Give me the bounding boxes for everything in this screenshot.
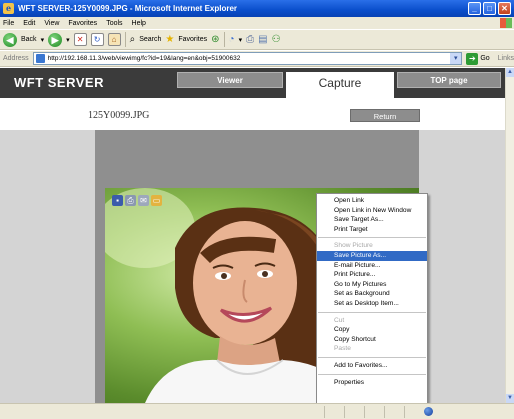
context-menu-item-save-picture-as[interactable]: Save Picture As... [317, 250, 427, 261]
menu-favorites[interactable]: Favorites [68, 20, 97, 27]
messenger-icon[interactable]: ⚇ [272, 33, 281, 47]
context-menu-item-set-as-background[interactable]: Set as Background [317, 289, 427, 299]
scroll-up-icon[interactable]: ▲ [506, 68, 514, 77]
back-arrow-icon[interactable]: ◀ [3, 32, 17, 47]
context-menu-separator [318, 356, 426, 358]
context-menu-item-properties[interactable]: Properties [317, 378, 427, 388]
context-menu-item-open-link[interactable]: Open Link [317, 196, 427, 206]
context-menu-item-print-picture[interactable]: Print Picture... [317, 270, 427, 280]
address-url[interactable]: http://192.168.11.3/web/viewimg/fc?id=19… [48, 55, 241, 62]
save-icon[interactable]: ▪ [112, 195, 123, 206]
address-bar: Address http://192.168.11.3/web/viewimg/… [0, 51, 514, 67]
scroll-down-icon[interactable]: ▼ [506, 394, 514, 403]
history-icon[interactable]: ◔ [229, 33, 235, 47]
internet-explorer-icon: e [3, 3, 14, 14]
home-icon[interactable]: ⌂ [107, 33, 121, 46]
image-toolbar: ▪ ⎙ ✉ ▭ [112, 195, 162, 206]
menu-bar: File Edit View Favorites Tools Help [0, 17, 514, 29]
window-controls: _ □ ✕ [468, 2, 511, 15]
context-menu-item-open-link-in-new-window[interactable]: Open Link in New Window [317, 206, 427, 216]
favorites-star-icon[interactable]: ★ [165, 33, 174, 47]
context-menu-item-e-mail-picture[interactable]: E-mail Picture... [317, 261, 427, 271]
internet-zone-icon [424, 407, 433, 416]
status-cell [364, 406, 365, 418]
status-cell [344, 406, 345, 418]
context-menu-item-print-target[interactable]: Print Target [317, 225, 427, 235]
context-menu-separator [318, 237, 426, 239]
tab-top-page[interactable]: TOP page [397, 72, 501, 88]
stop-icon[interactable]: ✕ [73, 33, 87, 46]
menu-tools[interactable]: Tools [106, 20, 122, 27]
tab-viewer[interactable]: Viewer [177, 72, 283, 88]
search-icon[interactable]: ⌕ [130, 33, 136, 47]
history-dropdown-icon[interactable]: ▾ [239, 36, 243, 44]
menu-help[interactable]: Help [132, 20, 146, 27]
status-cell [404, 406, 405, 418]
page-icon [35, 54, 45, 63]
context-menu-item-save-target-as[interactable]: Save Target As... [317, 215, 427, 225]
context-menu-item-add-to-favorites[interactable]: Add to Favorites... [317, 361, 427, 371]
address-label: Address [3, 55, 29, 62]
status-cell [384, 406, 385, 418]
context-menu: Open Link Open Link in New Window Save Tar… [316, 193, 428, 405]
wft-page-title: WFT SERVER [14, 75, 104, 90]
context-menu-item-copy-shortcut[interactable]: Copy Shortcut [317, 335, 427, 345]
go-button[interactable]: ➔ Go [466, 52, 490, 65]
context-menu-item-paste: Paste [334, 345, 351, 353]
favorites-button-label[interactable]: Favorites [178, 36, 207, 43]
browser-toolbar: ◀ Back ▾ ▶ ▾ ✕ ↻ ⌂ ⌕ Search ★ Favorites … [0, 29, 514, 50]
media-icon[interactable]: ⊛ [211, 33, 219, 47]
go-label: Go [480, 55, 490, 62]
menu-view[interactable]: View [44, 20, 59, 27]
address-input[interactable]: http://192.168.11.3/web/viewimg/fc?id=19… [32, 52, 463, 65]
toolbar-separator [223, 32, 225, 47]
tab-capture[interactable]: Capture [286, 72, 394, 98]
context-menu-item-go-to-my-pictures[interactable]: Go to My Pictures [317, 280, 427, 290]
toolbar-separator [124, 32, 126, 47]
menu-file[interactable]: File [3, 20, 14, 27]
wft-header: WFT SERVER Viewer Capture TOP page [0, 68, 505, 98]
refresh-icon[interactable]: ↻ [90, 33, 104, 46]
context-menu-separator [318, 311, 426, 313]
maximize-button[interactable]: □ [483, 2, 496, 15]
links-button[interactable]: Links [498, 55, 514, 62]
print-icon[interactable]: ⎙ [246, 33, 254, 47]
context-menu-separator [318, 373, 426, 375]
email-icon[interactable]: ✉ [138, 195, 149, 206]
edit-icon[interactable]: ▤ [258, 33, 267, 47]
page-viewport: WFT SERVER Viewer Capture TOP page 125Y0… [0, 68, 505, 403]
context-menu-item-set-as-desktop-item[interactable]: Set as Desktop Item... [317, 299, 427, 309]
minimize-button[interactable]: _ [468, 2, 481, 15]
return-button[interactable]: Return [350, 109, 420, 122]
back-button-label[interactable]: Back [21, 36, 37, 43]
search-button-label[interactable]: Search [139, 36, 161, 43]
context-menu-item-show-picture: Show Picture [334, 242, 373, 250]
menu-edit[interactable]: Edit [23, 20, 35, 27]
vertical-scrollbar[interactable]: ▲ ▼ [505, 68, 514, 403]
status-cell [324, 406, 325, 418]
close-button[interactable]: ✕ [498, 2, 511, 15]
context-menu-item-cut: Cut [334, 316, 345, 324]
status-bar [0, 403, 514, 419]
go-arrow-icon: ➔ [466, 52, 479, 65]
image-filename: 125Y0099.JPG [88, 110, 150, 121]
context-menu-item-copy[interactable]: Copy [317, 325, 427, 335]
windows-logo-icon [500, 18, 512, 28]
folder-icon[interactable]: ▭ [151, 195, 162, 206]
window-title-bar[interactable]: e WFT SERVER-125Y0099.JPG - Microsoft In… [0, 0, 514, 17]
forward-arrow-icon[interactable]: ▶ [48, 32, 63, 47]
address-dropdown-icon[interactable]: ▾ [450, 53, 462, 64]
window-title: WFT SERVER-125Y0099.JPG - Microsoft Inte… [18, 4, 238, 13]
forward-dropdown-icon[interactable]: ▾ [66, 36, 70, 44]
back-dropdown-icon[interactable]: ▾ [41, 36, 45, 44]
print-picture-icon[interactable]: ⎙ [125, 195, 136, 206]
